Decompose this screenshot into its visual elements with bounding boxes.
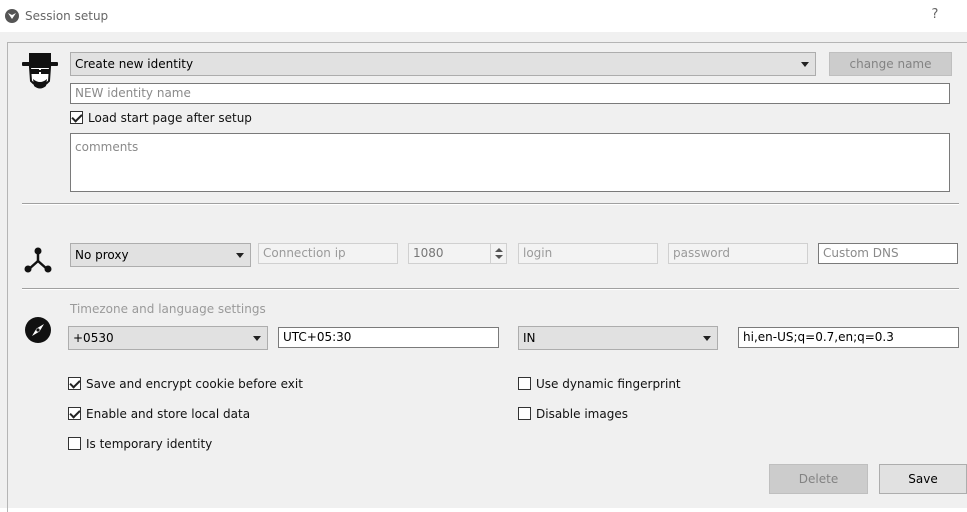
app-logo-icon	[5, 9, 19, 23]
timezone-offset-value: +0530	[73, 331, 114, 345]
help-button[interactable]: ?	[928, 7, 942, 22]
port-stepper[interactable]: 1080	[408, 243, 507, 264]
change-name-button[interactable]: change name	[829, 52, 952, 76]
window-title: Session setup	[25, 9, 109, 23]
identity-avatar-icon	[19, 51, 61, 95]
custom-dns-input[interactable]: Custom DNS	[818, 243, 958, 264]
chevron-down-icon	[253, 336, 261, 341]
connection-ip-input[interactable]: Connection ip	[258, 243, 398, 264]
section-divider	[22, 288, 959, 290]
timezone-offset-select[interactable]: +0530	[68, 326, 268, 350]
country-select[interactable]: IN	[518, 326, 718, 350]
login-input[interactable]: login	[518, 243, 658, 264]
chevron-down-icon	[703, 336, 711, 341]
temporary-identity-checkbox[interactable]	[68, 437, 81, 450]
chevron-down-icon	[236, 253, 244, 258]
identity-select[interactable]: Create new identity	[70, 52, 816, 76]
delete-button[interactable]: Delete	[769, 464, 868, 494]
connection-ip-placeholder: Connection ip	[263, 246, 346, 260]
password-placeholder: password	[673, 246, 730, 260]
chevron-down-icon	[801, 62, 809, 67]
save-cookie-label: Save and encrypt cookie before exit	[86, 377, 303, 391]
password-input[interactable]: password	[668, 243, 808, 264]
proxy-type-select[interactable]: No proxy	[70, 243, 251, 267]
save-button[interactable]: Save	[879, 464, 967, 494]
compass-icon	[24, 316, 52, 344]
identity-select-value: Create new identity	[75, 57, 194, 71]
section-divider	[22, 203, 959, 205]
language-value: hi,en-US;q=0.7,en;q=0.3	[743, 330, 894, 344]
identity-name-input[interactable]: NEW identity name	[70, 83, 950, 104]
spin-arrows-icon[interactable]	[490, 244, 506, 263]
country-value: IN	[523, 331, 536, 345]
custom-dns-placeholder: Custom DNS	[823, 246, 899, 260]
title-bar: Session setup ?	[0, 0, 967, 32]
port-value: 1080	[413, 246, 444, 260]
dynamic-fingerprint-checkbox[interactable]	[518, 377, 531, 390]
identity-name-placeholder: NEW identity name	[75, 86, 191, 100]
comments-placeholder: comments	[75, 140, 139, 154]
proxy-network-icon	[24, 247, 52, 273]
load-start-page-label: Load start page after setup	[88, 111, 252, 125]
language-input[interactable]: hi,en-US;q=0.7,en;q=0.3	[738, 327, 959, 348]
proxy-type-value: No proxy	[75, 248, 129, 262]
load-start-page-checkbox[interactable]	[70, 111, 83, 124]
disable-images-checkbox[interactable]	[518, 407, 531, 420]
login-placeholder: login	[523, 246, 553, 260]
comments-textarea[interactable]: comments	[70, 133, 950, 192]
dialog-body: Create new identity change name NEW iden…	[0, 32, 967, 512]
temporary-identity-label: Is temporary identity	[86, 437, 213, 451]
disable-images-label: Disable images	[536, 407, 628, 421]
save-cookie-checkbox[interactable]	[68, 377, 81, 390]
local-data-checkbox[interactable]	[68, 407, 81, 420]
timezone-name-input[interactable]: UTC+05:30	[278, 327, 499, 348]
dynamic-fingerprint-label: Use dynamic fingerprint	[536, 377, 681, 391]
local-data-label: Enable and store local data	[86, 407, 251, 421]
timezone-section-title: Timezone and language settings	[70, 302, 266, 316]
timezone-name-value: UTC+05:30	[283, 330, 352, 344]
